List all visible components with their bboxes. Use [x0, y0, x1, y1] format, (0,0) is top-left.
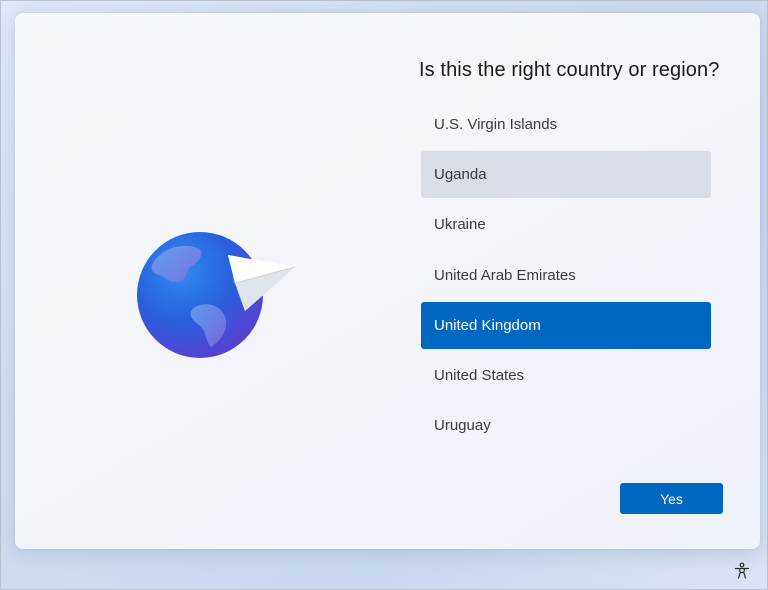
globe-with-paper-plane-icon — [137, 232, 295, 358]
list-item[interactable]: United Arab Emirates — [421, 252, 711, 299]
accessibility-icon[interactable] — [733, 562, 751, 580]
yes-button[interactable]: Yes — [620, 483, 723, 514]
page-title: Is this the right country or region? — [419, 59, 720, 81]
list-item[interactable]: United Kingdom — [421, 301, 711, 349]
list-item[interactable]: U.S. Virgin Islands — [421, 101, 711, 148]
list-item[interactable]: United States — [421, 352, 711, 399]
list-item[interactable]: Uganda — [421, 151, 711, 199]
list-item[interactable]: Uruguay — [421, 402, 711, 449]
country-list[interactable]: U.S. Virgin Islands Uganda Ukraine Unite… — [421, 101, 711, 452]
list-item[interactable]: Ukraine — [421, 201, 711, 248]
setup-dialog: Is this the right country or region? U.S… — [15, 13, 760, 549]
